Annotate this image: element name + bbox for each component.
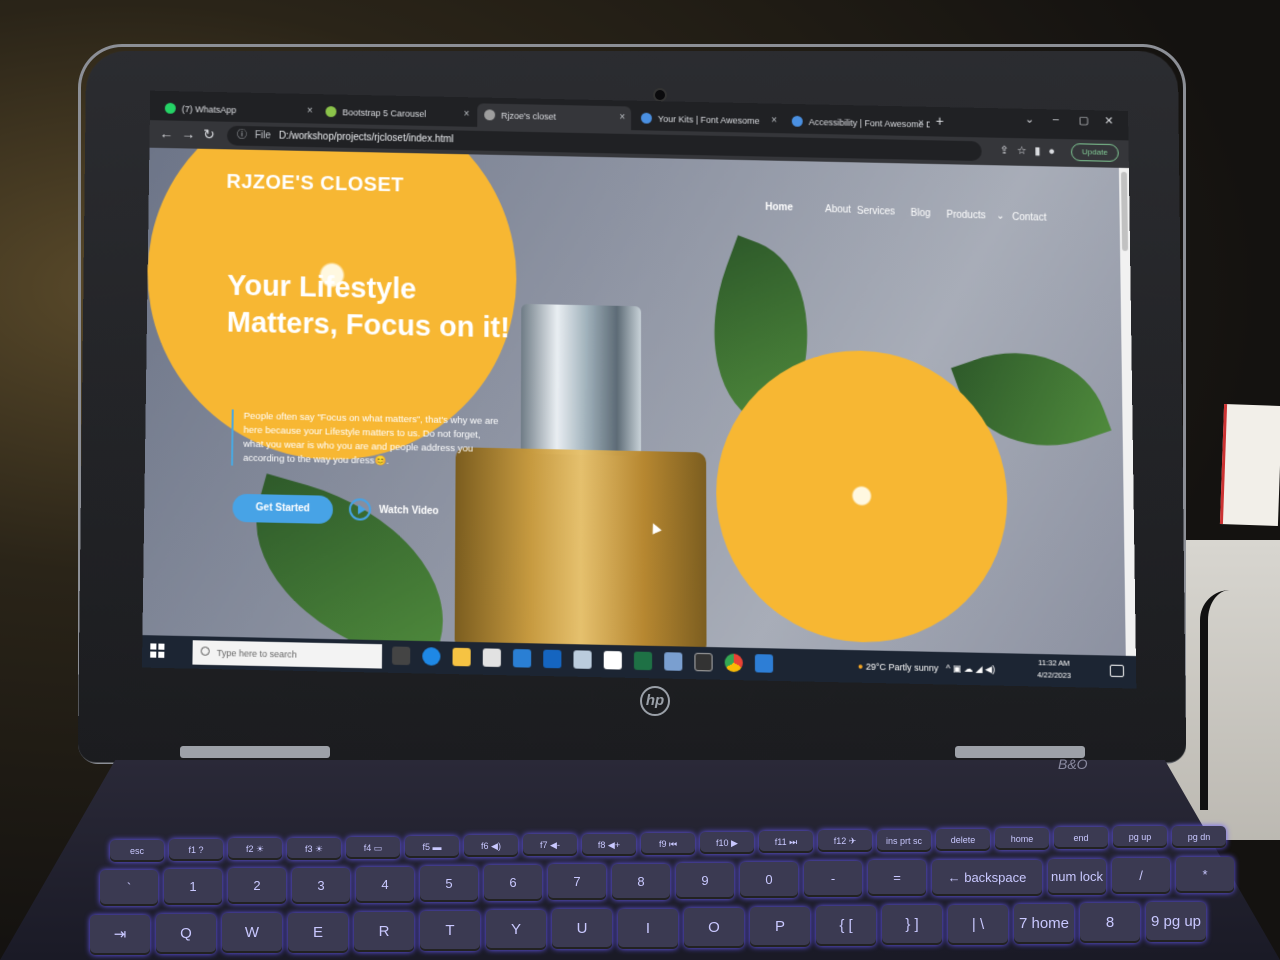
- photo-scene: hp (7) WhatsApp × Bootstrap 5 Carousel ×…: [0, 0, 1280, 960]
- keyboard-key[interactable]: f1 ?: [169, 839, 223, 862]
- keyboard-key[interactable]: f4 ▭: [346, 836, 400, 859]
- keyboard-key[interactable]: ins prt sc: [877, 829, 931, 852]
- keyboard-key[interactable]: 1: [164, 869, 222, 906]
- keyboard-key[interactable]: O: [684, 907, 744, 948]
- keyboard-key[interactable]: delete: [936, 828, 990, 851]
- keyboard-key[interactable]: home: [995, 828, 1049, 850]
- keyboard-key[interactable]: f12 ✈: [818, 830, 872, 853]
- keyboard-key[interactable]: 9 pg up: [1146, 902, 1206, 943]
- keyboard-key[interactable]: | \: [948, 904, 1008, 945]
- keyboard-key[interactable]: esc: [110, 840, 164, 862]
- keyboard-key[interactable]: f11 ⏭: [759, 831, 813, 854]
- keyboard-key[interactable]: =: [868, 860, 926, 897]
- keyboard: esc f1 ? f2 ☀ f3 ☀ f4 ▭ f5 ▬ f6 ◀) f7 ◀- f8 ◀+ f9…: [0, 0, 1280, 960]
- keyboard-key[interactable]: W: [222, 913, 282, 954]
- keyboard-key[interactable]: } ]: [882, 905, 942, 946]
- keyboard-key[interactable]: 0: [740, 862, 798, 898]
- keyboard-key[interactable]: 8: [1080, 903, 1140, 943]
- keyboard-key[interactable]: f5 ▬: [405, 836, 459, 858]
- keyboard-key[interactable]: { [: [816, 906, 876, 947]
- keyboard-key[interactable]: 3: [292, 867, 350, 904]
- keyboard-key[interactable]: f2 ☀: [228, 838, 282, 861]
- keyboard-key[interactable]: 8: [612, 863, 670, 900]
- keyboard-key[interactable]: f9 ⏮: [641, 832, 695, 855]
- keyboard-key[interactable]: 7: [548, 864, 606, 901]
- keyboard-key[interactable]: pg up: [1113, 826, 1167, 849]
- keyboard-key[interactable]: *: [1176, 857, 1234, 894]
- keyboard-key[interactable]: end: [1054, 827, 1108, 850]
- keyboard-key[interactable]: I: [618, 908, 678, 949]
- keyboard-key[interactable]: P: [750, 907, 810, 947]
- keyboard-key[interactable]: R: [354, 911, 414, 952]
- keyboard-key[interactable]: `: [100, 870, 158, 906]
- keyboard-key[interactable]: 9: [676, 862, 734, 899]
- keyboard-key[interactable]: -: [804, 861, 862, 898]
- keyboard-key[interactable]: f3 ☀: [287, 837, 341, 860]
- keyboard-key[interactable]: 6: [484, 865, 542, 902]
- keyboard-key[interactable]: T: [420, 911, 480, 951]
- keyboard-key[interactable]: ⇥: [90, 915, 150, 955]
- keyboard-key[interactable]: /: [1112, 858, 1170, 894]
- keyboard-key[interactable]: 4: [356, 866, 414, 903]
- keyboard-key[interactable]: Q: [156, 914, 216, 955]
- keyboard-key[interactable]: 7 home: [1014, 903, 1074, 944]
- keyboard-key[interactable]: f7 ◀-: [523, 834, 577, 857]
- keyboard-key[interactable]: f10 ▶: [700, 832, 754, 854]
- keyboard-key[interactable]: 5: [420, 866, 478, 902]
- keyboard-key[interactable]: f8 ◀+: [582, 833, 636, 856]
- keyboard-key[interactable]: Y: [486, 910, 546, 951]
- keyboard-key[interactable]: num lock: [1048, 858, 1106, 895]
- keyboard-key[interactable]: f6 ◀): [464, 835, 518, 858]
- keyboard-key[interactable]: U: [552, 909, 612, 950]
- keyboard-key[interactable]: E: [288, 912, 348, 953]
- keyboard-key[interactable]: ← backspace: [932, 859, 1042, 896]
- keyboard-key[interactable]: pg dn: [1172, 825, 1226, 848]
- keyboard-key[interactable]: 2: [228, 868, 286, 905]
